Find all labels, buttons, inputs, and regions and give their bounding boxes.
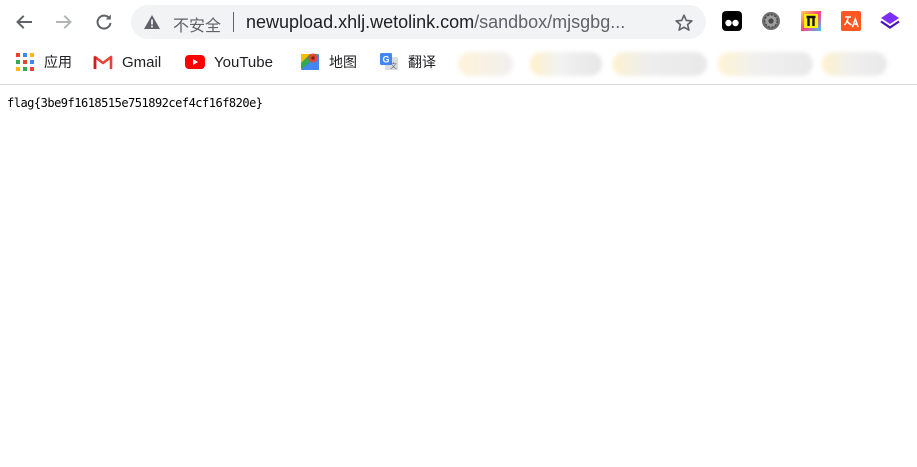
bookmark-apps[interactable]: 应用	[15, 44, 72, 80]
purple-layers-extension-icon[interactable]	[879, 10, 901, 32]
gmail-icon	[93, 52, 113, 72]
bookmark-label: YouTube	[214, 53, 273, 71]
blurred-bookmark[interactable]	[458, 52, 513, 76]
url-path: /sandbox/mjsgbg...	[474, 12, 626, 32]
bookmark-youtube[interactable]: YouTube	[185, 44, 273, 80]
google-translate-icon: G 文	[379, 52, 399, 72]
page-content: flag{3be9f1618515e751892cef4cf16f820e}	[0, 85, 917, 467]
bookmark-label: Gmail	[122, 53, 162, 71]
security-label[interactable]: 不安全	[173, 12, 221, 36]
youtube-icon	[185, 52, 205, 72]
apps-grid-icon	[15, 52, 35, 72]
maps-icon	[300, 52, 320, 72]
svg-text:文: 文	[390, 61, 397, 70]
browser-toolbar: 不安全 newupload.xhlj.wetolink.com/sandbox/…	[0, 0, 917, 44]
warning-icon[interactable]	[143, 14, 161, 30]
pi-extension-icon[interactable]	[800, 10, 822, 32]
blurred-bookmark[interactable]	[822, 52, 887, 76]
bookmark-translate[interactable]: G 文 翻译	[379, 44, 436, 80]
translate-extension-icon[interactable]	[840, 10, 862, 32]
blurred-bookmark[interactable]	[612, 52, 707, 76]
settings-gear-extension-icon[interactable]	[760, 10, 782, 32]
bookmark-gmail[interactable]: Gmail	[93, 44, 161, 80]
back-button[interactable]	[9, 7, 39, 37]
bookmark-maps[interactable]: 地图	[300, 44, 357, 80]
blurred-bookmark[interactable]	[718, 52, 813, 76]
url-host: newupload.xhlj.wetolink.com	[246, 12, 475, 32]
arrow-right-icon	[56, 15, 72, 29]
bookmarks-bar: 应用 Gmail YouTube 地图 G 文 翻译	[0, 44, 917, 85]
bookmark-label: 翻译	[408, 55, 436, 71]
bookmark-label: 地图	[329, 55, 357, 71]
forward-button[interactable]	[49, 7, 79, 37]
flag-text: flag{3be9f1618515e751892cef4cf16f820e}	[7, 96, 263, 110]
bookmark-label: 应用	[44, 55, 72, 71]
reload-icon	[96, 14, 112, 30]
arrow-left-icon	[16, 15, 32, 29]
svg-text:G: G	[382, 55, 389, 65]
url-text[interactable]: newupload.xhlj.wetolink.com/sandbox/mjsg…	[246, 12, 625, 33]
tampermonkey-icon[interactable]	[721, 10, 743, 32]
omnibox-divider	[233, 12, 234, 32]
star-icon[interactable]	[674, 13, 694, 33]
blurred-bookmark[interactable]	[530, 52, 602, 76]
reload-button[interactable]	[89, 7, 119, 37]
address-bar[interactable]: 不安全 newupload.xhlj.wetolink.com/sandbox/…	[131, 5, 706, 39]
